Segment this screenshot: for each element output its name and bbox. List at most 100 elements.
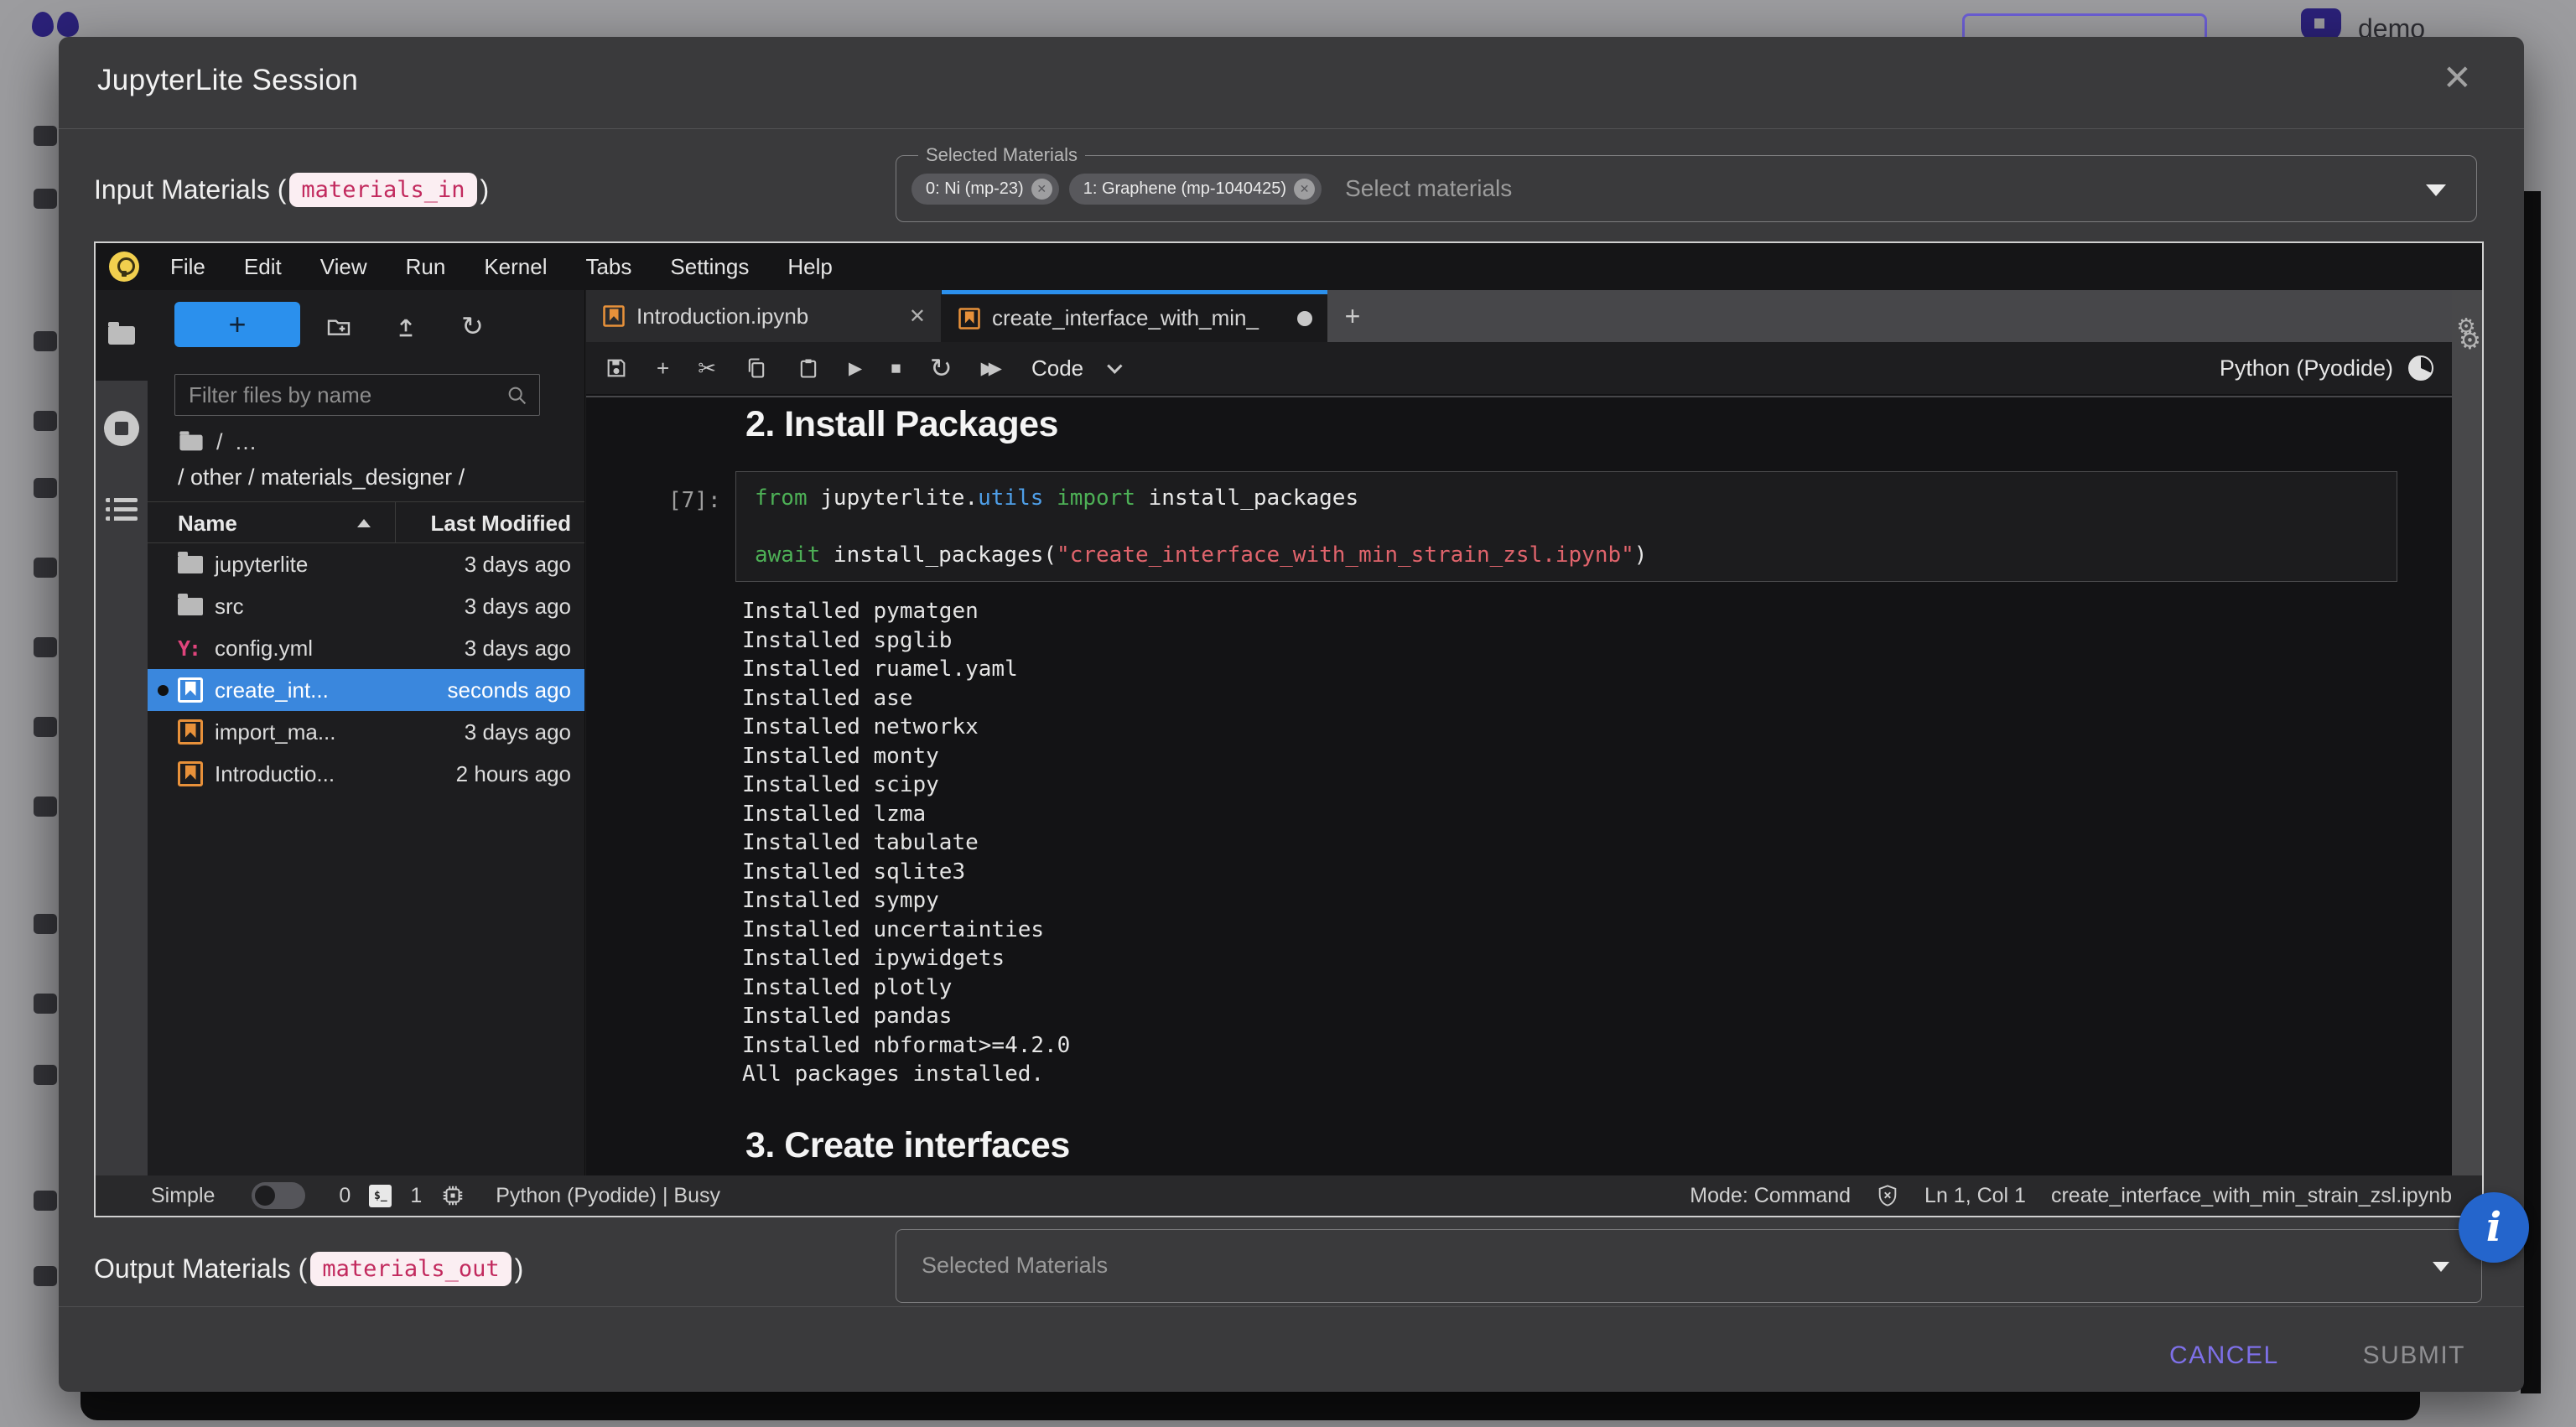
upload-icon[interactable] xyxy=(392,314,419,340)
kernel-indicator[interactable]: Python (Pyodide) xyxy=(2220,355,2433,381)
running-dot-icon xyxy=(158,685,169,696)
breadcrumb-root[interactable]: / xyxy=(216,429,223,455)
new-launcher-button[interactable]: + xyxy=(174,302,300,347)
kernels-count[interactable]: 1 xyxy=(410,1184,422,1208)
paste-cells-icon[interactable] xyxy=(797,356,820,380)
app-sidebar-icon xyxy=(34,126,57,146)
info-button[interactable]: i xyxy=(2459,1192,2529,1263)
stop-kernel-icon[interactable]: ■ xyxy=(891,360,901,377)
cancel-button[interactable]: CANCEL xyxy=(2169,1341,2279,1370)
code-cell[interactable]: from jupyterlite.utils import install_pa… xyxy=(735,471,2397,582)
execution-count: [7]: xyxy=(668,488,721,513)
file-row[interactable]: Introductio...2 hours ago xyxy=(148,753,584,795)
simple-mode-label: Simple xyxy=(151,1184,215,1208)
file-modified: 3 days ago xyxy=(465,636,584,662)
input-materials-row: Input Materials ( materials_in ) xyxy=(94,163,489,216)
chevron-down-icon[interactable] xyxy=(2426,184,2446,196)
output-materials-select[interactable]: Selected Materials xyxy=(896,1229,2482,1303)
breadcrumb-ellipsis[interactable]: … xyxy=(235,429,257,455)
tab-create-interface-with-min-[interactable]: create_interface_with_min_ xyxy=(942,290,1327,342)
tab-introduction-ipynb[interactable]: Introduction.ipynb ✕ xyxy=(586,290,942,342)
statusbar-filename: create_interface_with_min_strain_zsl.ipy… xyxy=(2051,1184,2452,1208)
breadcrumb[interactable]: / … xyxy=(178,429,257,455)
app-sidebar-icon xyxy=(34,1266,57,1286)
menu-run[interactable]: Run xyxy=(387,254,465,280)
filter-files-input[interactable] xyxy=(175,375,539,415)
property-inspector-icon[interactable]: ⚙⚙ xyxy=(2452,315,2480,354)
terminals-count[interactable]: 0 xyxy=(339,1184,351,1208)
file-row[interactable]: src 3 days ago xyxy=(148,585,584,627)
terminal-icon[interactable]: $_ xyxy=(369,1185,392,1207)
refresh-icon[interactable]: ↻ xyxy=(461,310,484,342)
info-icon: i xyxy=(2486,1204,2501,1251)
app-sidebar-icon xyxy=(34,331,57,351)
table-of-contents-icon[interactable] xyxy=(106,498,138,526)
material-chip[interactable]: 0: Ni (mp-23)✕ xyxy=(911,174,1059,205)
cursor-position[interactable]: Ln 1, Col 1 xyxy=(1924,1184,2026,1208)
file-row[interactable]: jupyterlite3 days ago xyxy=(148,543,584,585)
shield-x-icon[interactable] xyxy=(1876,1184,1899,1207)
cut-cells-icon[interactable]: ✂ xyxy=(698,357,716,379)
submit-button[interactable]: SUBMIT xyxy=(2363,1341,2465,1370)
chip-remove-icon[interactable]: ✕ xyxy=(1294,179,1315,200)
copy-cells-icon[interactable] xyxy=(745,356,768,380)
cell-type-value: Code xyxy=(1031,355,1083,381)
file-name: config.yml xyxy=(215,636,313,662)
file-row[interactable]: import_ma...3 days ago xyxy=(148,711,584,753)
file-row[interactable]: Y: config.yml 3 days ago xyxy=(148,627,584,669)
file-name: src xyxy=(215,594,244,620)
menu-edit[interactable]: Edit xyxy=(225,254,301,280)
select-materials-placeholder[interactable]: Select materials xyxy=(1345,175,1512,202)
kernel-status[interactable]: Python (Pyodide) | Busy xyxy=(496,1184,720,1208)
menu-file[interactable]: File xyxy=(151,254,225,280)
selected-materials-field[interactable]: Selected Materials 0: Ni (mp-23)✕1: Grap… xyxy=(896,155,2477,222)
menu-view[interactable]: View xyxy=(301,254,387,280)
close-icon[interactable]: ✕ xyxy=(2443,60,2472,96)
notebook-file-icon xyxy=(178,677,203,703)
yaml-file-icon: Y: xyxy=(178,636,203,661)
file-row[interactable]: create_int...seconds ago xyxy=(148,669,584,711)
restart-run-all-icon[interactable]: ▶▶ xyxy=(981,360,1003,377)
mode-indicator[interactable]: Mode: Command xyxy=(1690,1184,1851,1208)
menu-tabs[interactable]: Tabs xyxy=(566,254,651,280)
chip-remove-icon[interactable]: ✕ xyxy=(1031,179,1052,200)
actions-divider xyxy=(59,1306,2524,1307)
notebook-file-icon xyxy=(178,761,203,786)
material-chip-label: 1: Graphene (mp-1040425) xyxy=(1083,179,1286,199)
menu-help[interactable]: Help xyxy=(768,254,851,280)
new-folder-icon[interactable] xyxy=(325,314,352,340)
material-chips: 0: Ni (mp-23)✕ 1: Graphene (mp-1040425) ✕ S… xyxy=(911,156,1512,221)
tab-label: Introduction.ipynb xyxy=(636,304,808,330)
app-logo xyxy=(32,12,77,37)
dialog-header: JupyterLite Session ✕ xyxy=(59,37,2524,129)
breadcrumb-path[interactable]: / other / materials_designer / xyxy=(178,464,465,490)
menu-settings[interactable]: Settings xyxy=(651,254,768,280)
tab-close-icon[interactable]: ✕ xyxy=(909,304,926,329)
material-chip[interactable]: 1: Graphene (mp-1040425) ✕ xyxy=(1069,174,1322,205)
code-line xyxy=(755,512,2378,541)
file-modified: 3 days ago xyxy=(465,594,584,620)
restart-kernel-icon[interactable]: ↻ xyxy=(930,355,953,381)
file-name: Introductio... xyxy=(215,761,335,787)
file-name: jupyterlite xyxy=(215,552,308,578)
sort-ascending-icon[interactable] xyxy=(357,519,371,527)
column-last-modified[interactable]: Last Modified xyxy=(430,511,571,537)
run-cell-icon[interactable]: ▶ xyxy=(849,360,862,377)
insert-cell-icon[interactable]: + xyxy=(657,357,669,379)
home-folder-icon[interactable] xyxy=(179,434,202,450)
running-kernels-icon[interactable] xyxy=(104,411,139,446)
cell-type-select[interactable]: Code xyxy=(1031,355,1118,381)
app-sidebar-icon xyxy=(34,1065,57,1085)
file-list: jupyterlite3 days agosrc3 days agoY:conf… xyxy=(148,543,584,795)
file-modified: seconds ago xyxy=(448,677,584,703)
new-tab-button[interactable]: + xyxy=(1327,290,1378,342)
input-materials-label-suffix: ) xyxy=(480,174,490,205)
menu-kernel[interactable]: Kernel xyxy=(465,254,566,280)
column-name[interactable]: Name xyxy=(178,511,237,537)
unsaved-dot-icon[interactable] xyxy=(1297,311,1312,326)
app-sidebar-icon xyxy=(34,189,57,209)
simple-mode-toggle[interactable] xyxy=(252,1182,305,1209)
filebrowser-tab[interactable] xyxy=(96,290,148,381)
cpu-icon[interactable] xyxy=(440,1183,465,1208)
save-icon[interactable] xyxy=(605,356,628,380)
